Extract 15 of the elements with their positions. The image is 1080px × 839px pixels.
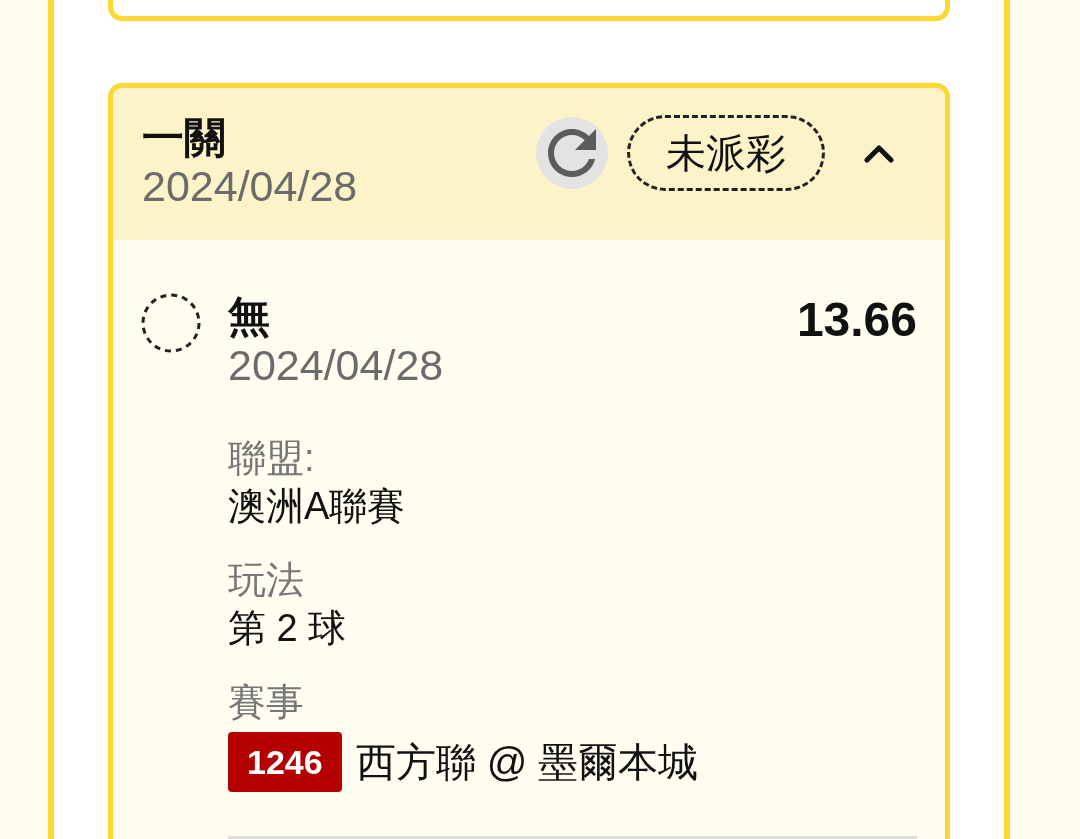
status-pill: 未派彩 [627,115,825,191]
selection-date: 2024/04/28 [228,341,444,389]
refresh-icon [548,129,596,177]
odds-value: 13.66 [796,293,917,347]
selection-name: 無 [228,293,270,341]
detail-value: 澳洲A聯賽 [228,484,406,529]
detail-label: 聯盟: [228,436,315,481]
detail-value: 第 2 球 [228,606,347,651]
chevron-up-icon [864,143,894,163]
detail-label: 賽事 [228,680,304,725]
match-number-badge: 1246 [228,732,342,792]
detail-label: 玩法 [228,558,304,603]
bet-type-title: 一關 [142,114,226,162]
match-teams: 西方聯 @ 墨爾本城 [355,739,699,786]
bet-date: 2024/04/28 [142,162,358,210]
